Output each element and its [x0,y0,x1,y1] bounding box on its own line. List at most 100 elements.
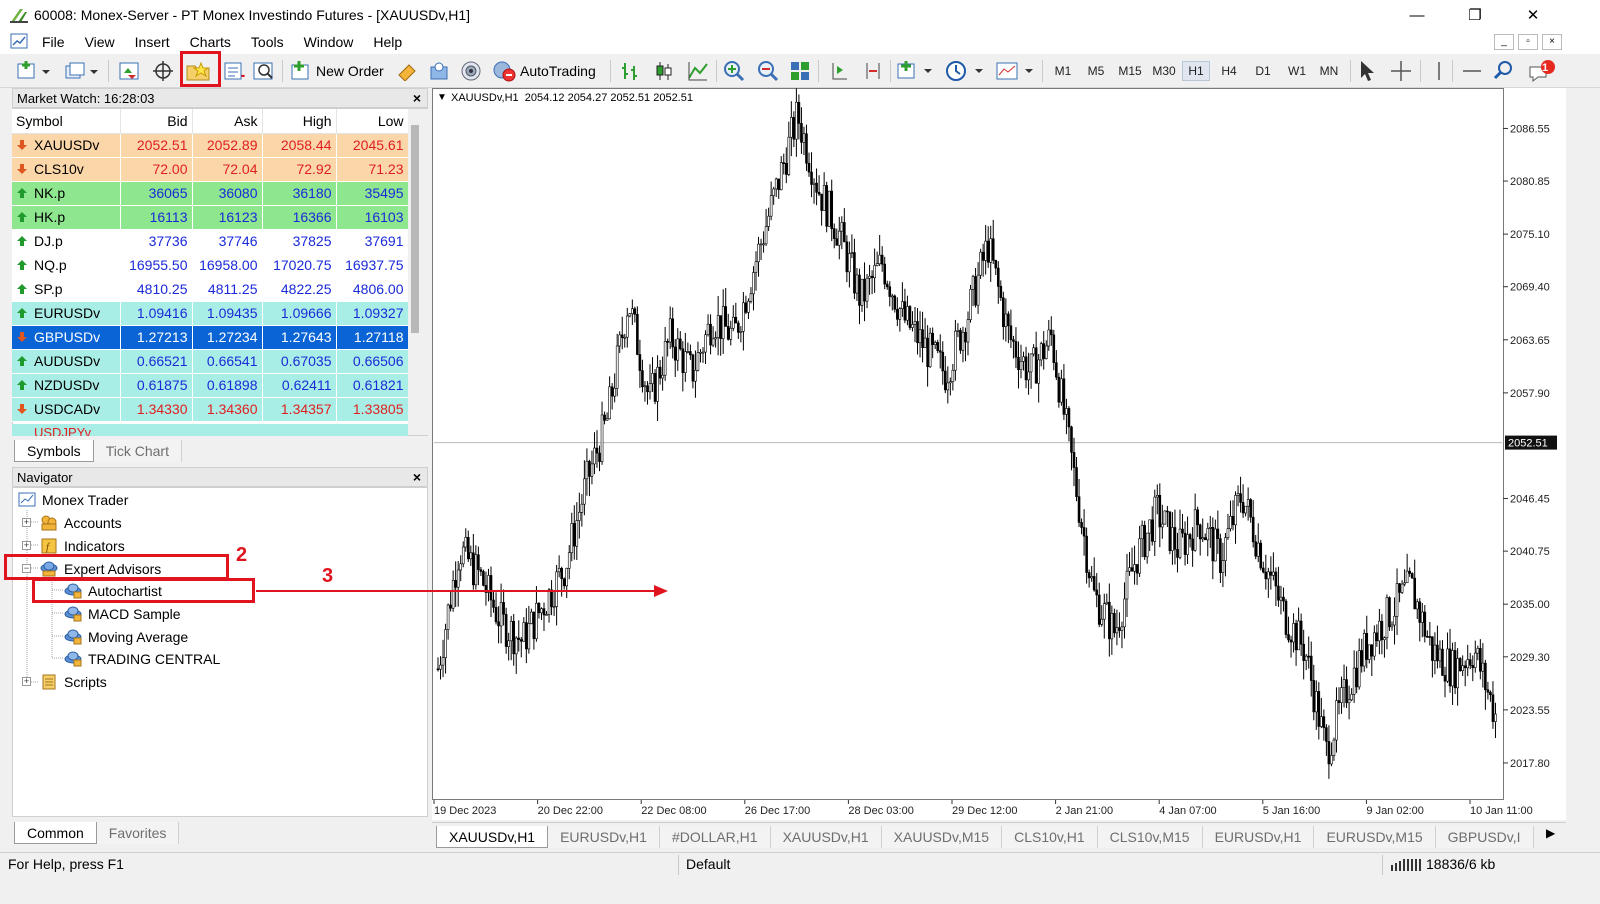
candle-body [779,162,783,191]
candle-body [1214,528,1217,562]
candle-body [1400,583,1404,593]
chart-tab[interactable]: EURUSDv,M15 [1314,826,1436,848]
candle-body [870,275,874,279]
candle-body [1479,648,1482,672]
candle-body [837,230,841,246]
candle-body [726,326,730,340]
candle-body [507,640,510,647]
x-tick-label: 4 Jan 07:00 [1159,805,1217,817]
candle-body [444,629,447,658]
x-tick-label: 22 Dec 08:00 [641,805,706,817]
candle-body [976,274,980,306]
chart-tab[interactable]: CLS10v,H1 [1002,826,1098,848]
candle-body [1014,341,1018,358]
x-tick-label: 29 Dec 12:00 [952,805,1017,817]
candle-body [1279,596,1283,601]
x-tick-label: 2 Jan 21:00 [1056,805,1114,817]
y-tick-label: 2017.80 [1510,758,1550,770]
x-tick-label: 10 Jan 11:00 [1470,805,1533,817]
candle-body [684,351,687,373]
candle-body [595,447,599,454]
candle-body [848,253,851,273]
candle-body [603,414,606,421]
candle-body [1395,583,1399,617]
candle-body [1322,716,1326,728]
y-tick-label: 2035.00 [1510,599,1550,611]
candle-body [807,162,811,173]
candle-body [933,342,937,345]
candle-body [1060,378,1063,403]
candle-body [716,315,720,338]
y-tick-label: 2057.90 [1510,388,1550,400]
candle-body [1113,613,1116,634]
candle-body [1042,343,1046,359]
candle-body [754,261,758,273]
candle-body [956,329,960,332]
candle-body [618,334,622,347]
chart-tab[interactable]: XAUUSDv,M15 [881,826,1003,848]
candle-body [1193,509,1197,551]
candle-body [744,302,748,313]
candle-body [1229,516,1232,530]
candle-body [711,338,715,346]
candle-body [1002,297,1005,327]
candle-body [979,251,982,276]
candle-body [1231,516,1235,526]
chart-tab[interactable]: EURUSDv,H1 [1202,826,1315,848]
candle-body [1282,596,1285,602]
candle-body [1403,582,1406,585]
candle-body [1297,620,1300,651]
chart-svg: 2086.55 2080.85 2075.10 2069.40 2063.65 2057.… [256,88,1557,817]
y-tick-label: 2069.40 [1510,282,1550,294]
candle-body [1065,408,1068,415]
candle-body [678,338,682,350]
chart-tab[interactable]: XAUUSDv,H1 [436,826,549,848]
chart-tab[interactable]: CLS10v,M15 [1097,826,1203,848]
candle-body [999,286,1003,299]
chart-tab[interactable]: EURUSDv,H1 [548,826,660,848]
candle-body [633,308,637,315]
candle-body [1267,571,1270,580]
candle-body [1176,549,1179,558]
candle-body [878,254,881,265]
chart-tabs-scroll-right-icon[interactable]: ▶ [1546,826,1555,840]
candle-body [461,546,465,565]
candle-body [585,460,589,480]
candle-body [1075,467,1078,497]
candle-body [737,322,740,333]
candle-body [1219,538,1222,573]
candle-body [840,222,844,232]
candle-body [494,607,498,623]
candle-body [1201,537,1205,540]
candle-body [1259,542,1263,569]
candle-body [1120,626,1124,631]
candle-body [469,552,473,560]
chart-tab[interactable]: XAUUSDv,H1 [770,826,882,848]
candle-body [638,354,642,371]
candle-body [598,452,601,462]
candle-body [1284,600,1288,635]
candle-body [954,330,957,371]
candle-body [1171,527,1174,552]
candle-body [1332,739,1336,756]
candle-body [1441,648,1444,676]
candle-body [535,602,538,640]
candle-body [888,286,892,297]
chart-tab[interactable]: GBPUSDv,I [1435,826,1534,848]
candle-body [1123,598,1126,628]
candle-body [1320,716,1323,727]
y-tick-label: 2040.75 [1510,546,1550,558]
chart-tab[interactable]: #DOLLAR,H1 [659,826,771,848]
candle-body [890,295,894,298]
candle-body [1335,700,1338,741]
candle-body [643,385,647,388]
candle-body [764,226,768,245]
candle-body [1216,528,1220,539]
candle-body [903,301,907,321]
candle-body [623,336,627,339]
candle-body [1110,613,1114,640]
candle-body [482,571,485,586]
current-price-label: 2052.51 [1508,438,1548,450]
candle-body [673,346,677,361]
candle-body [477,554,480,571]
